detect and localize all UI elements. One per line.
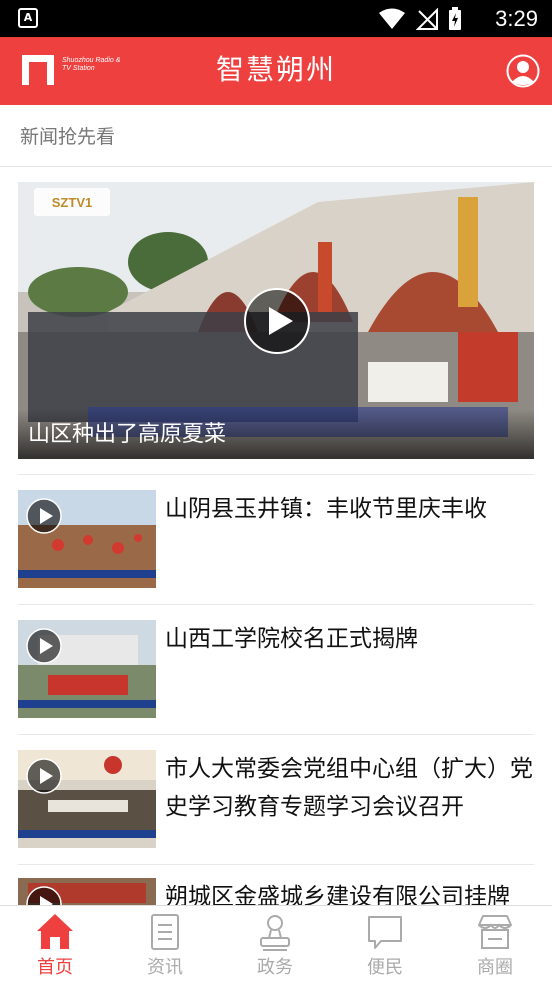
news-title: 山西工学院校名正式揭牌 xyxy=(165,626,418,652)
user-icon[interactable] xyxy=(506,54,540,88)
battery-charging-icon xyxy=(449,7,461,30)
document-icon xyxy=(151,914,179,950)
news-title: 市人大常委会党组中心组（扩大）党史学习教育专题学习会议召开 xyxy=(165,756,533,820)
featured-video[interactable]: SZTV1 山区种出了高原夏菜 xyxy=(18,182,534,459)
app-header: Shuozhou Radio & TV Station 智慧朔州 xyxy=(0,37,552,105)
status-bar: A 3:29 xyxy=(0,0,552,37)
news-title: 山阴县玉井镇：丰收节里庆丰收 xyxy=(165,496,487,522)
section-divider xyxy=(0,166,552,167)
row-divider xyxy=(18,734,534,735)
app-title: 智慧朔州 xyxy=(215,53,336,86)
news-item[interactable]: 山阴县玉井镇：丰收节里庆丰收 xyxy=(18,490,534,590)
news-thumbnail xyxy=(18,490,156,588)
play-icon[interactable] xyxy=(26,628,62,664)
no-signal-icon xyxy=(416,8,438,30)
tab-news[interactable]: 资讯 xyxy=(110,906,220,983)
news-item[interactable]: 朔城区金盛城乡建设有限公司挂牌 xyxy=(18,878,534,905)
featured-title: 山区种出了高原夏菜 xyxy=(28,422,227,447)
channel-logo: SZTV1 xyxy=(34,188,110,216)
stamp-icon xyxy=(260,915,290,951)
tab-home[interactable]: 首页 xyxy=(0,906,110,983)
a-notification-icon: A xyxy=(18,8,38,28)
news-thumbnail xyxy=(18,620,156,718)
chat-bubble-icon xyxy=(368,916,402,949)
play-icon[interactable] xyxy=(243,287,311,355)
news-item[interactable]: 市人大常委会党组中心组（扩大）党史学习教育专题学习会议召开 xyxy=(18,750,534,850)
news-thumbnail xyxy=(18,878,156,905)
row-divider xyxy=(18,604,534,605)
news-item[interactable]: 山西工学院校名正式揭牌 xyxy=(18,620,534,720)
home-icon xyxy=(37,914,73,949)
tab-government[interactable]: 政务 xyxy=(220,906,330,983)
tab-label: 便民 xyxy=(367,957,403,978)
status-icons xyxy=(378,6,462,32)
play-icon[interactable] xyxy=(26,758,62,794)
tab-business[interactable]: 商圈 xyxy=(440,906,550,983)
tab-label: 政务 xyxy=(257,957,293,978)
play-icon[interactable] xyxy=(26,498,62,534)
tab-label: 商圈 xyxy=(477,957,513,978)
tab-services[interactable]: 便民 xyxy=(330,906,440,983)
status-time: 3:29 xyxy=(495,6,538,31)
wifi-icon xyxy=(379,8,405,29)
tab-label: 首页 xyxy=(37,957,73,978)
row-divider xyxy=(18,474,534,475)
play-icon[interactable] xyxy=(26,886,62,905)
channel-logo-text: SZTV1 xyxy=(52,195,92,210)
store-icon xyxy=(478,915,512,949)
bottom-tab-bar: 首页 资讯 政务 便民 商圈 xyxy=(0,905,552,983)
row-divider xyxy=(18,864,534,865)
news-title: 朔城区金盛城乡建设有限公司挂牌 xyxy=(165,884,510,905)
tab-label: 资讯 xyxy=(147,957,183,978)
section-label: 新闻抢先看 xyxy=(20,126,116,148)
news-thumbnail xyxy=(18,750,156,848)
